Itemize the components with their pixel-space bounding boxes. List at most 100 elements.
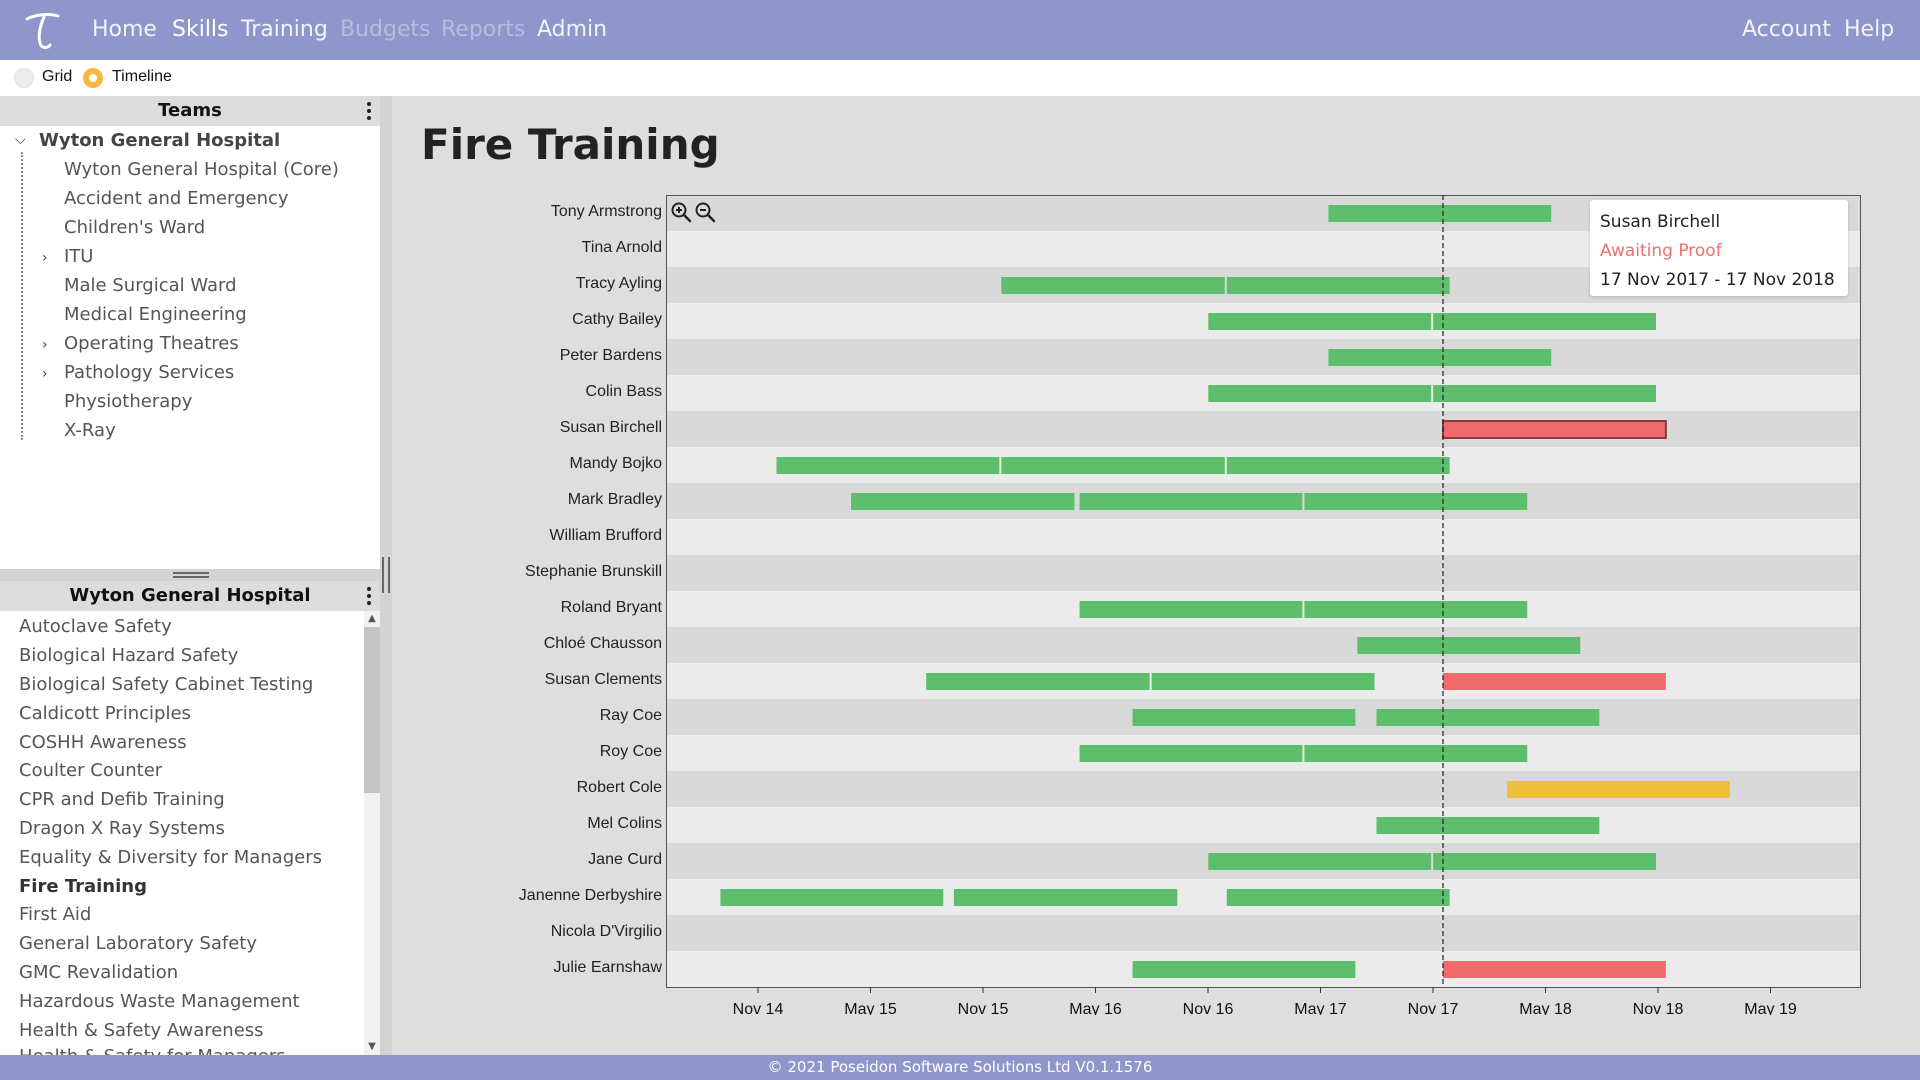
training-timeline-chart[interactable]: Nov 14 May 15 Nov 15 May 16 Nov 16 May 17 Nov … bbox=[666, 195, 1866, 1015]
timeline-bar[interactable] bbox=[1507, 781, 1730, 798]
timeline-bar[interactable] bbox=[1001, 457, 1225, 474]
course-item[interactable]: General Laboratory Safety bbox=[19, 933, 257, 954]
grid-radio-label[interactable]: Grid bbox=[42, 68, 72, 86]
employee-name[interactable]: Nicola D'Virgilio bbox=[551, 923, 662, 941]
timeline-bar[interactable] bbox=[1079, 601, 1303, 618]
employee-name[interactable]: William Brufford bbox=[549, 527, 662, 545]
nav-training[interactable]: Training bbox=[241, 17, 328, 42]
nav-help[interactable]: Help bbox=[1844, 17, 1894, 42]
chevron-right-icon[interactable]: › bbox=[42, 337, 48, 353]
team-item[interactable]: Medical Engineering bbox=[64, 304, 247, 325]
timeline-bar[interactable] bbox=[1208, 313, 1432, 330]
timeline-bar[interactable] bbox=[1433, 853, 1656, 870]
nav-account[interactable]: Account bbox=[1742, 17, 1831, 42]
course-item[interactable]: Biological Hazard Safety bbox=[19, 645, 238, 666]
team-item[interactable]: Male Surgical Ward bbox=[64, 275, 237, 296]
team-item[interactable]: Pathology Services bbox=[64, 362, 234, 383]
team-item[interactable]: Wyton General Hospital (Core) bbox=[64, 159, 339, 180]
employee-name[interactable]: Ray Coe bbox=[600, 707, 662, 725]
timeline-bar[interactable] bbox=[1132, 709, 1356, 726]
course-item[interactable]: First Aid bbox=[19, 904, 91, 925]
team-item[interactable]: Accident and Emergency bbox=[64, 188, 289, 209]
team-item[interactable]: Physiotherapy bbox=[64, 391, 192, 412]
nav-admin[interactable]: Admin bbox=[537, 17, 607, 42]
employee-name[interactable]: Janenne Derbyshire bbox=[519, 887, 662, 905]
chevron-right-icon[interactable]: › bbox=[42, 250, 48, 266]
timeline-bar[interactable] bbox=[1328, 205, 1552, 222]
timeline-bar[interactable] bbox=[1079, 745, 1303, 762]
employee-name[interactable]: Roy Coe bbox=[600, 743, 662, 761]
employee-name[interactable]: Robert Cole bbox=[577, 779, 662, 797]
employee-name[interactable]: Tina Arnold bbox=[582, 239, 662, 257]
timeline-radio[interactable] bbox=[83, 68, 103, 88]
timeline-radio-label[interactable]: Timeline bbox=[112, 68, 172, 86]
employee-name[interactable]: Mandy Bojko bbox=[570, 455, 663, 473]
employee-name[interactable]: Mark Bradley bbox=[568, 491, 662, 509]
timeline-bar[interactable] bbox=[1304, 745, 1528, 762]
team-item[interactable]: Operating Theatres bbox=[64, 333, 239, 354]
timeline-bar[interactable] bbox=[1304, 493, 1528, 510]
scroll-up-icon[interactable]: ▲ bbox=[364, 611, 380, 627]
employee-name[interactable]: Tony Armstrong bbox=[551, 203, 662, 221]
chevron-right-icon[interactable]: › bbox=[42, 366, 48, 382]
timeline-bar[interactable] bbox=[1376, 709, 1600, 726]
nav-home[interactable]: Home bbox=[92, 17, 157, 42]
timeline-bar[interactable] bbox=[1443, 961, 1666, 978]
employee-name[interactable]: Peter Bardens bbox=[560, 347, 662, 365]
course-item[interactable]: CPR and Defib Training bbox=[19, 789, 225, 810]
employee-name[interactable]: Stephanie Brunskill bbox=[525, 563, 662, 581]
timeline-bar[interactable] bbox=[1304, 601, 1528, 618]
courses-menu-icon[interactable] bbox=[366, 587, 372, 605]
course-item[interactable]: Hazardous Waste Management bbox=[19, 991, 300, 1012]
app-logo-icon[interactable] bbox=[22, 10, 62, 52]
employee-name[interactable]: Susan Birchell bbox=[560, 419, 662, 437]
tree-root-wyton[interactable]: Wyton General Hospital bbox=[39, 130, 280, 151]
chevron-down-icon[interactable]: ⌵ bbox=[15, 132, 26, 148]
timeline-bar[interactable] bbox=[776, 457, 1000, 474]
timeline-bar[interactable] bbox=[926, 673, 1150, 690]
employee-name[interactable]: Julie Earnshaw bbox=[554, 959, 663, 977]
timeline-bar[interactable] bbox=[1442, 420, 1667, 439]
employee-name[interactable]: Tracy Ayling bbox=[576, 275, 662, 293]
splitter-grip-icon[interactable] bbox=[173, 572, 209, 578]
timeline-bar[interactable] bbox=[953, 889, 1178, 906]
course-item-selected[interactable]: Fire Training bbox=[19, 876, 147, 897]
timeline-bar[interactable] bbox=[1433, 313, 1656, 330]
employee-name[interactable]: Cathy Bailey bbox=[572, 311, 662, 329]
timeline-bar[interactable] bbox=[1226, 457, 1450, 474]
nav-skills[interactable]: Skills bbox=[172, 17, 229, 42]
timeline-bar[interactable] bbox=[1328, 349, 1552, 366]
course-item[interactable]: Biological Safety Cabinet Testing bbox=[19, 674, 313, 695]
course-item[interactable]: GMC Revalidation bbox=[19, 962, 178, 983]
employee-name[interactable]: Chloé Chausson bbox=[544, 635, 662, 653]
timeline-bar[interactable] bbox=[1208, 853, 1432, 870]
timeline-bar[interactable] bbox=[1079, 493, 1303, 510]
course-item[interactable]: Coulter Counter bbox=[19, 760, 162, 781]
timeline-bar[interactable] bbox=[1132, 961, 1356, 978]
course-item[interactable]: Equality & Diversity for Managers bbox=[19, 847, 322, 868]
zoom-out-icon[interactable] bbox=[694, 201, 716, 223]
course-item[interactable]: Autoclave Safety bbox=[19, 616, 172, 637]
grid-radio[interactable] bbox=[14, 68, 34, 88]
timeline-bar[interactable] bbox=[1151, 673, 1375, 690]
course-item[interactable]: Health & Safety Awareness bbox=[19, 1020, 264, 1041]
timeline-bar[interactable] bbox=[1226, 889, 1450, 906]
zoom-in-icon[interactable] bbox=[670, 201, 692, 223]
course-item[interactable]: Caldicott Principles bbox=[19, 703, 191, 724]
course-item-partial[interactable]: Health & Safety for Managers bbox=[19, 1046, 286, 1056]
teams-menu-icon[interactable] bbox=[366, 102, 372, 120]
course-list-scroll-thumb[interactable] bbox=[364, 627, 380, 793]
team-item[interactable]: ITU bbox=[64, 246, 93, 267]
timeline-bar[interactable] bbox=[1443, 673, 1666, 690]
employee-name[interactable]: Susan Clements bbox=[545, 671, 662, 689]
horizontal-splitter[interactable] bbox=[0, 569, 380, 581]
timeline-bar[interactable] bbox=[1376, 817, 1600, 834]
team-item[interactable]: X-Ray bbox=[64, 420, 116, 441]
scroll-down-icon[interactable]: ▼ bbox=[364, 1039, 380, 1055]
team-item[interactable]: Children's Ward bbox=[64, 217, 205, 238]
timeline-bar[interactable] bbox=[1433, 385, 1656, 402]
timeline-bar[interactable] bbox=[1357, 637, 1581, 654]
employee-name[interactable]: Jane Curd bbox=[588, 851, 662, 869]
timeline-bar[interactable] bbox=[1226, 277, 1450, 294]
timeline-bar[interactable] bbox=[720, 889, 944, 906]
